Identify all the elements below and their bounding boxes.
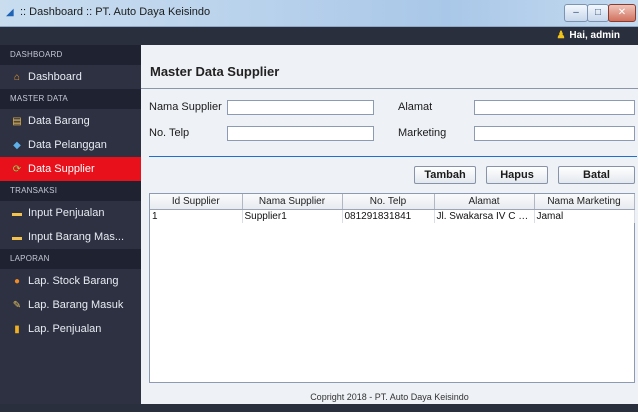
sidebar-section-header: TRANSAKSI	[0, 181, 141, 201]
sidebar-item-data-barang[interactable]: ▤ Data Barang	[0, 109, 141, 133]
column-header[interactable]: Nama Supplier	[242, 194, 343, 210]
sidebar-section-header: LAPORAN	[0, 249, 141, 269]
table-cell: Supplier1	[242, 209, 343, 223]
user-icon: ♟	[556, 30, 566, 41]
app-window: ◢ :: Dashboard :: PT. Auto Daya Keisindo…	[0, 0, 638, 412]
sidebar-section-header: DASHBOARD	[0, 45, 141, 65]
customer-icon: ◆	[13, 140, 21, 151]
column-header[interactable]: Id Supplier	[150, 194, 243, 210]
user-menu[interactable]: ♟ Hai, admin	[556, 30, 620, 41]
bottom-bar	[0, 404, 638, 412]
sidebar-item-label: Lap. Stock Barang	[28, 275, 119, 287]
folder-icon: ▬	[12, 208, 22, 219]
footer-copyright: Copright 2018 - PT. Auto Daya Keisindo	[310, 392, 469, 402]
sidebar-item-label: Dashboard	[28, 71, 82, 83]
no-telp-label: No. Telp	[149, 127, 190, 139]
sidebar-item-data-supplier[interactable]: ⟳ Data Supplier	[0, 157, 141, 181]
bar-chart-icon: ▮	[14, 324, 20, 335]
sidebar-item-label: Lap. Penjualan	[28, 323, 102, 335]
table-cell: Jl. Swakarsa IV C N...	[434, 209, 535, 223]
sidebar-item-lap-barang-masuk[interactable]: ✎ Lap. Barang Masuk	[0, 293, 141, 317]
user-greeting: Hai, admin	[569, 30, 620, 41]
sidebar-item-input-barang-mas[interactable]: ▬ Input Barang Mas...	[0, 225, 141, 249]
tambah-button[interactable]: Tambah	[414, 166, 476, 184]
table-cell: 1	[150, 209, 243, 223]
sidebar-item-data-pelanggan[interactable]: ◆ Data Pelanggan	[0, 133, 141, 157]
nama-supplier-input[interactable]	[227, 100, 374, 115]
sidebar-item-label: Data Pelanggan	[28, 139, 107, 151]
sidebar-section-header: MASTER DATA	[0, 89, 141, 109]
alamat-label: Alamat	[398, 101, 433, 113]
sidebar-item-label: Data Supplier	[28, 163, 95, 175]
main-panel: Master Data Supplier Nama Supplier Alama…	[141, 45, 638, 404]
nama-supplier-label: Nama Supplier	[149, 101, 222, 113]
home-icon: ⌂	[13, 72, 21, 83]
hapus-button[interactable]: Hapus	[486, 166, 548, 184]
column-header[interactable]: Alamat	[434, 194, 535, 210]
sidebar-item-lap-stock-barang[interactable]: ● Lap. Stock Barang	[0, 269, 141, 293]
supplier-icon: ⟳	[12, 164, 22, 175]
sidebar-item-label: Input Barang Mas...	[28, 231, 124, 243]
document-icon: ▤	[12, 116, 22, 127]
column-header[interactable]: Nama Marketing	[534, 194, 635, 210]
table-header-row: Id Supplier Nama Supplier No. Telp Alamat Na…	[150, 194, 635, 210]
form-divider	[149, 156, 637, 157]
column-header[interactable]: No. Telp	[342, 194, 435, 210]
sidebar: DASHBOARD ⌂ Dashboard MASTER DATA ▤ Data Bara…	[0, 45, 141, 404]
folder-icon: ▬	[12, 232, 22, 243]
marketing-input[interactable]	[474, 126, 635, 141]
sidebar-item-label: Data Barang	[28, 115, 90, 127]
table-body: 1 Supplier1 081291831841 Jl. Swakarsa IV C …	[150, 209, 635, 223]
page-title: Master Data Supplier	[150, 64, 280, 79]
title-bar: ◢ :: Dashboard :: PT. Auto Daya Keisindo…	[0, 0, 638, 27]
top-bar: ♟ Hai, admin	[0, 27, 638, 45]
no-telp-input[interactable]	[227, 126, 374, 141]
close-button[interactable]: ✕	[608, 4, 636, 22]
sidebar-item-lap-penjualan[interactable]: ▮ Lap. Penjualan	[0, 317, 141, 341]
table-cell: Jamal	[534, 209, 635, 223]
tools-icon: ✎	[12, 300, 22, 311]
pie-chart-icon: ●	[13, 276, 21, 287]
app-icon: ◢	[6, 7, 14, 18]
sidebar-item-label: Input Penjualan	[28, 207, 105, 219]
minimize-button[interactable]: –	[564, 4, 588, 22]
title-divider	[141, 88, 638, 89]
window-title: :: Dashboard :: PT. Auto Daya Keisindo	[20, 6, 211, 18]
sidebar-item-input-penjualan[interactable]: ▬ Input Penjualan	[0, 201, 141, 225]
table-cell: 081291831841	[342, 209, 435, 223]
marketing-label: Marketing	[398, 127, 447, 139]
maximize-button[interactable]: □	[587, 4, 609, 22]
batal-button[interactable]: Batal	[558, 166, 635, 184]
alamat-input[interactable]	[474, 100, 635, 115]
table-row[interactable]: 1 Supplier1 081291831841 Jl. Swakarsa IV C …	[150, 209, 635, 223]
sidebar-item-dashboard[interactable]: ⌂ Dashboard	[0, 65, 141, 89]
supplier-table[interactable]: Id Supplier Nama Supplier No. Telp Alamat Na…	[149, 193, 635, 383]
sidebar-item-label: Lap. Barang Masuk	[28, 299, 124, 311]
